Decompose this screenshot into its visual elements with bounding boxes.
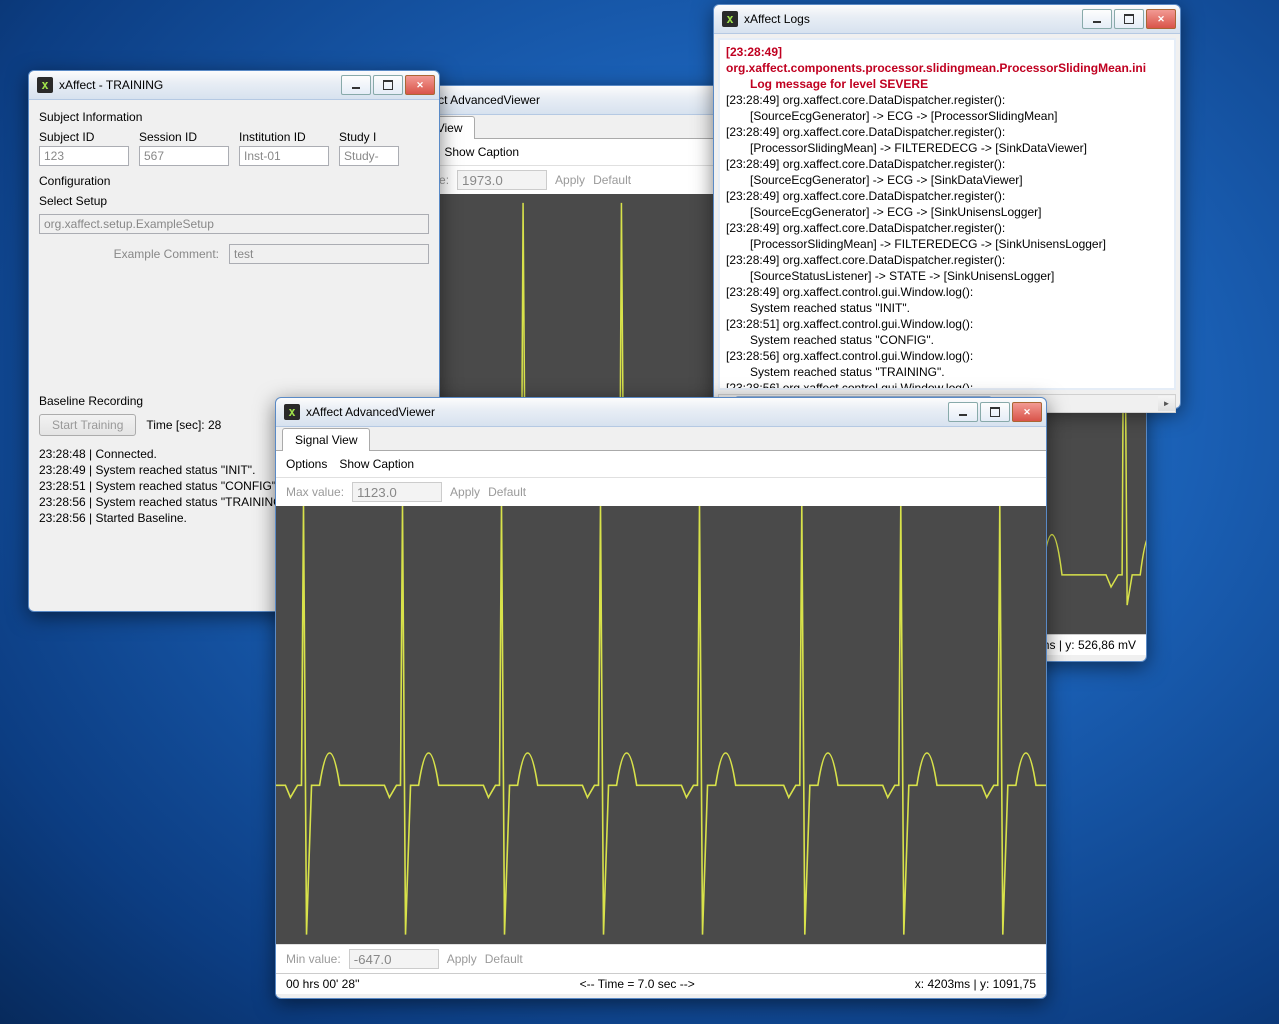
status-left: 00 hrs 00' 28'' [286,977,360,991]
options-menu[interactable]: Options [286,457,327,471]
session-id-label: Session ID [139,130,229,144]
logs-window: x xAffect Logs [23:28:49] org.xaffect.co… [713,4,1181,409]
default-link[interactable]: Default [593,173,631,187]
apply-link[interactable]: Apply [555,173,585,187]
viewer2-tabbar: Signal View [276,427,1046,451]
logs-body[interactable]: [23:28:49] org.xaffect.components.proces… [718,38,1176,390]
viewer2-plot[interactable] [276,506,1046,944]
scroll-right-icon[interactable]: ► [1158,396,1175,411]
min-value-label: Min value: [286,952,341,966]
status-center: <-- Time = 7.0 sec --> [580,977,695,991]
viewer2-toolbar: Options Show Caption [276,451,1046,477]
maximize-button[interactable] [1114,9,1144,29]
viewer2-titlebar[interactable]: x xAffect AdvancedViewer [276,398,1046,427]
institution-id-label: Institution ID [239,130,329,144]
advanced-viewer-2-window: x xAffect AdvancedViewer Signal View Opt… [275,397,1047,999]
minimize-button[interactable] [341,75,371,95]
app-icon: x [722,11,738,27]
apply-link[interactable]: Apply [450,485,480,499]
max-value-label: Max value: [286,485,344,499]
logs-titlebar[interactable]: x xAffect Logs [714,5,1180,34]
start-training-button[interactable]: Start Training [39,414,136,436]
maximize-button[interactable] [980,402,1010,422]
app-icon: x [284,404,300,420]
select-setup-input[interactable] [39,214,429,234]
close-button[interactable] [1146,9,1176,29]
apply-link[interactable]: Apply [447,952,477,966]
viewer1-status-right: ms | y: 526,86 mV [1040,638,1137,652]
session-id-input[interactable] [139,146,229,166]
viewer2-title: xAffect AdvancedViewer [306,405,946,419]
subject-id-label: Subject ID [39,130,129,144]
select-setup-label: Select Setup [39,194,429,208]
training-title: xAffect - TRAINING [59,78,339,92]
configuration-label: Configuration [39,174,429,188]
example-comment-label: Example Comment: [39,247,219,261]
show-caption-menu[interactable]: Show Caption [339,457,414,471]
time-label: Time [sec]: 28 [146,418,221,432]
viewer2-maxbar: Max value: Apply Default [276,477,1046,506]
viewer2-statusbar: 00 hrs 00' 28'' <-- Time = 7.0 sec --> x… [276,973,1046,994]
subject-info-label: Subject Information [39,110,429,124]
viewer2-minbar: Min value: Apply Default [276,944,1046,973]
close-button[interactable] [1012,402,1042,422]
show-caption-menu[interactable]: Show Caption [444,145,519,159]
maximize-button[interactable] [373,75,403,95]
tab-signal-view[interactable]: Signal View [282,428,370,451]
minimize-button[interactable] [948,402,978,422]
max-value-input[interactable] [352,482,442,502]
max-value-input[interactable] [457,170,547,190]
study-id-input[interactable] [339,146,399,166]
app-icon: x [37,77,53,93]
logs-title: xAffect Logs [744,12,1080,26]
default-link[interactable]: Default [488,485,526,499]
minimize-button[interactable] [1082,9,1112,29]
training-titlebar[interactable]: x xAffect - TRAINING [29,71,439,100]
study-id-label: Study I [339,130,399,144]
institution-id-input[interactable] [239,146,329,166]
status-right: x: 4203ms | y: 1091,75 [915,977,1036,991]
min-value-input[interactable] [349,949,439,969]
default-link[interactable]: Default [485,952,523,966]
example-comment-input[interactable] [229,244,429,264]
close-button[interactable] [405,75,435,95]
subject-id-input[interactable] [39,146,129,166]
